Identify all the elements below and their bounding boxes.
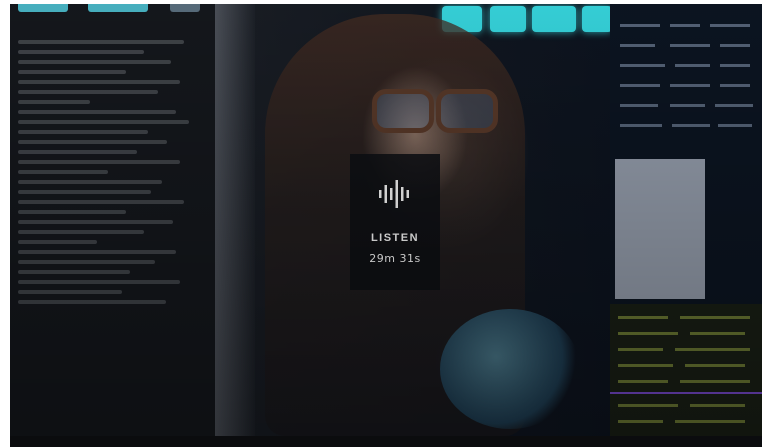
page-frame: LISTEN 29m 31s xyxy=(0,0,766,447)
background-purple-line xyxy=(610,392,762,394)
bottom-strip xyxy=(10,436,762,447)
background-left-screen xyxy=(10,4,215,436)
background-earth xyxy=(440,309,580,429)
hero-image: LISTEN 29m 31s xyxy=(10,4,762,436)
listen-button[interactable]: LISTEN 29m 31s xyxy=(350,154,440,290)
background-text-lines xyxy=(18,34,198,310)
background-bottom-data xyxy=(610,304,762,436)
audio-waveform-icon xyxy=(379,180,409,208)
background-glasses xyxy=(372,89,502,133)
background-monitor-edge xyxy=(215,4,255,436)
listen-label: LISTEN xyxy=(370,232,420,244)
listen-duration: 29m 31s xyxy=(369,252,421,265)
background-white-table xyxy=(615,159,705,299)
